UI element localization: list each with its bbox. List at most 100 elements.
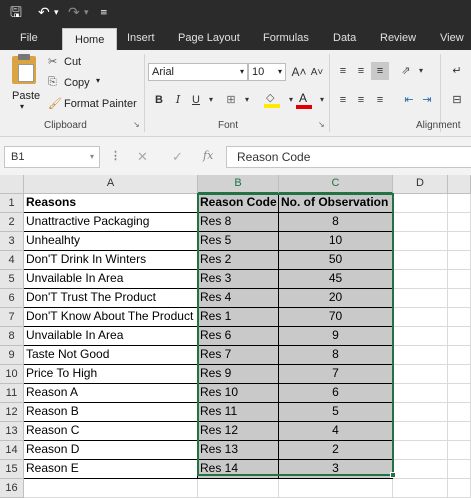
decrease-indent-icon[interactable]: ⇤ (400, 91, 418, 109)
reason-cell[interactable]: Don'T Trust The Product (24, 289, 198, 308)
tab-file[interactable]: File (20, 26, 38, 50)
decrease-font-icon[interactable]: A˅ (308, 64, 326, 82)
orientation-dropdown-icon[interactable]: ▾ (412, 62, 430, 80)
font-color-icon[interactable]: A (296, 91, 312, 109)
observation-cell[interactable]: 3 (279, 460, 393, 479)
reason-code-cell[interactable]: Res 11 (198, 403, 279, 422)
borders-dropdown-icon[interactable]: ▾ (238, 91, 256, 109)
row-header[interactable]: 13 (0, 422, 24, 441)
reason-cell[interactable]: Don'T Know About The Product (24, 308, 198, 327)
more-options-icon[interactable]: ⋮ (110, 149, 121, 162)
increase-indent-icon[interactable]: ⇥ (418, 91, 436, 109)
reason-cell[interactable]: Reason E (24, 460, 198, 479)
customize-qat-icon[interactable]: ≡ (100, 4, 108, 22)
row-header[interactable]: 10 (0, 365, 24, 384)
row-header[interactable]: 11 (0, 384, 24, 403)
reason-code-cell[interactable]: Res 8 (198, 213, 279, 232)
paste-button[interactable]: Paste ▾ (8, 54, 42, 111)
tab-insert[interactable]: Insert (127, 26, 155, 50)
reason-code-cell[interactable]: Res 12 (198, 422, 279, 441)
row-header[interactable]: 12 (0, 403, 24, 422)
empty-cell[interactable] (448, 384, 471, 403)
observation-cell[interactable]: 8 (279, 346, 393, 365)
empty-cell[interactable] (448, 194, 471, 213)
select-all-corner[interactable] (0, 175, 24, 194)
align-bottom-icon[interactable]: ≡ (371, 62, 389, 80)
copy-button[interactable]: ⎘ Copy ▾ (48, 76, 118, 92)
row-header[interactable]: 4 (0, 251, 24, 270)
empty-cell[interactable] (448, 232, 471, 251)
empty-cell[interactable] (393, 327, 448, 346)
empty-cell[interactable] (448, 251, 471, 270)
copy-dropdown-icon[interactable]: ▾ (96, 76, 100, 85)
row-header[interactable]: 16 (0, 479, 24, 498)
empty-cell[interactable] (393, 270, 448, 289)
align-right-icon[interactable]: ≡ (371, 91, 389, 109)
header-observations-cell[interactable]: No. of Observation (279, 194, 393, 213)
row-header[interactable]: 1 (0, 194, 24, 213)
italic-button[interactable]: I (169, 91, 187, 109)
redo-icon[interactable]: ↷ (68, 4, 80, 22)
observation-cell[interactable]: 6 (279, 384, 393, 403)
reason-code-cell[interactable]: Res 10 (198, 384, 279, 403)
reason-cell[interactable]: Price To High (24, 365, 198, 384)
reason-cell[interactable]: Unvailable In Area (24, 270, 198, 289)
observation-cell[interactable]: 4 (279, 422, 393, 441)
font-size-select[interactable]: 10 ▾ (248, 63, 286, 81)
empty-cell[interactable] (448, 270, 471, 289)
empty-cell[interactable] (393, 365, 448, 384)
observation-cell[interactable]: 10 (279, 232, 393, 251)
empty-cell[interactable] (393, 251, 448, 270)
column-header-b[interactable]: B (198, 175, 279, 194)
header-reasons-cell[interactable]: Reasons (24, 194, 198, 213)
increase-font-icon[interactable]: A˄ (290, 63, 308, 81)
fill-handle[interactable] (390, 472, 396, 478)
formula-input[interactable]: Reason Code (226, 146, 471, 168)
reason-code-cell[interactable]: Res 9 (198, 365, 279, 384)
align-left-icon[interactable]: ≡ (334, 91, 352, 109)
reason-cell[interactable]: Reason D (24, 441, 198, 460)
undo-dropdown-icon[interactable]: ▾ (54, 4, 59, 22)
row-header[interactable]: 3 (0, 232, 24, 251)
merge-center-icon[interactable]: ⊟ (448, 91, 466, 109)
empty-cell[interactable] (393, 213, 448, 232)
reason-cell[interactable]: Unattractive Packaging (24, 213, 198, 232)
cut-button[interactable]: ✂ Cut (48, 55, 108, 71)
tab-page-layout[interactable]: Page Layout (178, 26, 240, 50)
redo-dropdown-icon[interactable]: ▾ (84, 4, 89, 22)
empty-cell[interactable] (198, 479, 279, 498)
bold-button[interactable]: B (150, 91, 168, 109)
empty-cell[interactable] (448, 365, 471, 384)
format-painter-button[interactable]: 🖌 Format Painter (48, 97, 140, 113)
reason-code-cell[interactable]: Res 13 (198, 441, 279, 460)
fill-color-icon[interactable]: ◇ (264, 91, 280, 109)
empty-cell[interactable] (448, 213, 471, 232)
observation-cell[interactable]: 8 (279, 213, 393, 232)
clipboard-launcher-icon[interactable]: ↘ (133, 120, 140, 129)
empty-cell[interactable] (448, 441, 471, 460)
observation-cell[interactable]: 5 (279, 403, 393, 422)
empty-cell[interactable] (279, 479, 393, 498)
empty-cell[interactable] (393, 403, 448, 422)
reason-cell[interactable]: Reason B (24, 403, 198, 422)
reason-code-cell[interactable]: Res 2 (198, 251, 279, 270)
insert-function-button[interactable]: fx (203, 149, 213, 162)
name-box[interactable]: B1 ▾ (4, 146, 100, 168)
observation-cell[interactable]: 50 (279, 251, 393, 270)
tab-formulas[interactable]: Formulas (263, 26, 309, 50)
reason-cell[interactable]: Unhealhty (24, 232, 198, 251)
empty-cell[interactable] (24, 479, 198, 498)
row-header[interactable]: 6 (0, 289, 24, 308)
reason-code-cell[interactable]: Res 6 (198, 327, 279, 346)
enter-icon[interactable]: ✓ (172, 149, 183, 165)
empty-cell[interactable] (448, 403, 471, 422)
reason-cell[interactable]: Reason A (24, 384, 198, 403)
empty-cell[interactable] (393, 194, 448, 213)
observation-cell[interactable]: 7 (279, 365, 393, 384)
column-header-c[interactable]: C (279, 175, 393, 194)
empty-cell[interactable] (448, 346, 471, 365)
header-reason-code-cell[interactable]: Reason Code (198, 194, 279, 213)
tab-review[interactable]: Review (380, 26, 416, 50)
align-middle-icon[interactable]: ≡ (352, 62, 370, 80)
reason-code-cell[interactable]: Res 1 (198, 308, 279, 327)
